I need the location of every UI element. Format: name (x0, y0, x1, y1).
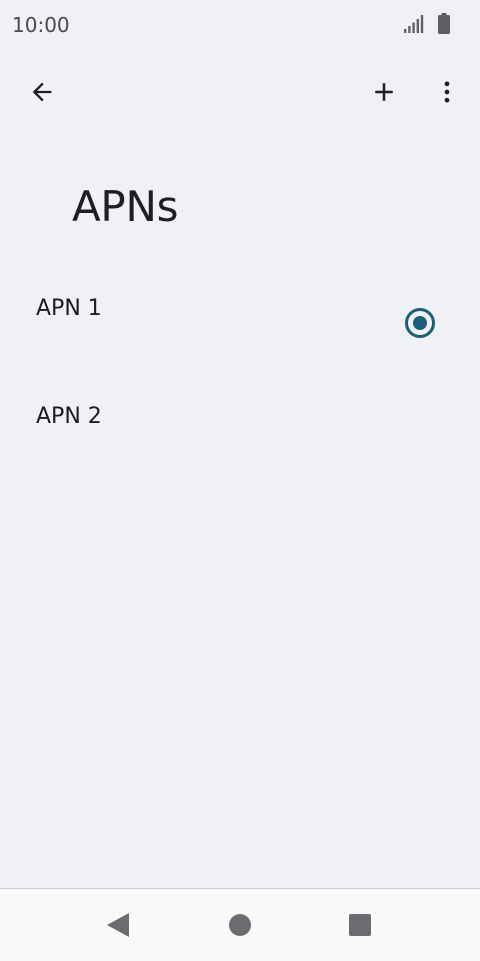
apn-item-1[interactable]: APN 1 (0, 266, 480, 374)
arrow-back-icon (32, 82, 52, 102)
add-icon (375, 83, 393, 101)
nav-recents-button[interactable] (338, 903, 382, 947)
signal-icon (404, 15, 424, 33)
more-options-button[interactable] (423, 68, 471, 116)
app-bar (0, 62, 480, 122)
nav-back-button[interactable] (96, 903, 140, 947)
add-apn-button[interactable] (360, 68, 408, 116)
more-vert-icon (444, 81, 450, 103)
apn-name: APN 1 (36, 296, 102, 321)
nav-home-icon (229, 914, 251, 936)
nav-home-button[interactable] (218, 903, 262, 947)
radio-selected-icon[interactable] (404, 307, 436, 339)
navigation-bar (0, 888, 480, 961)
nav-back-icon (107, 913, 129, 937)
status-time: 10:00 (12, 13, 70, 37)
back-button[interactable] (18, 68, 66, 116)
apn-name: APN 2 (36, 404, 102, 429)
battery-icon (438, 13, 450, 34)
apn-list: APN 1 APN 2 (0, 266, 480, 482)
apn-item-2[interactable]: APN 2 (0, 374, 480, 482)
status-bar: 10:00 (0, 0, 480, 50)
nav-recents-icon (349, 914, 371, 936)
page-title: APNs (72, 182, 179, 231)
